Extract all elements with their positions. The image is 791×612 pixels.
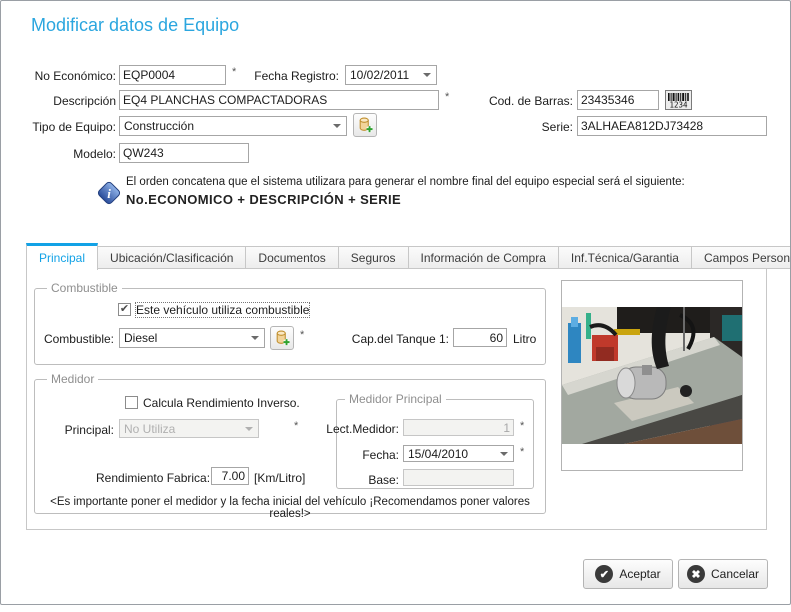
- utiliza-combustible-checkbox[interactable]: ✔: [118, 303, 131, 316]
- aceptar-label: Aceptar: [619, 567, 661, 581]
- base-input: [403, 469, 514, 486]
- lect-medidor-input: [403, 419, 514, 436]
- add-database-icon: [276, 330, 290, 345]
- chevron-down-icon: [245, 426, 253, 431]
- info-diamond-icon: i: [95, 179, 123, 212]
- cancelar-label: Cancelar: [710, 567, 760, 581]
- tab-documentos[interactable]: Documentos: [246, 246, 339, 269]
- cancelar-button[interactable]: ✖ Cancelar: [678, 559, 768, 589]
- combustible-group-label: Combustible: [47, 281, 122, 295]
- barcode-icon[interactable]: 1234: [665, 90, 692, 115]
- info-text: El orden concatena que el sistema utiliz…: [126, 176, 685, 188]
- medidor-group-label: Medidor: [47, 372, 99, 386]
- cap-tanque-input[interactable]: [453, 328, 507, 347]
- no-economico-input[interactable]: [119, 65, 226, 85]
- cod-barras-label: Cod. de Barras:: [488, 94, 573, 108]
- tab-inf-tecnica-garantia[interactable]: Inf.Técnica/Garantia: [558, 246, 692, 269]
- chevron-down-icon: [423, 73, 431, 77]
- add-database-icon: [359, 117, 373, 132]
- tipo-equipo-dropdown[interactable]: Construcción: [119, 116, 347, 136]
- x-circle-icon: ✖: [686, 565, 705, 583]
- chevron-down-icon: [333, 124, 341, 128]
- fecha-medidor-value: 15/04/2010: [408, 446, 469, 461]
- litro-unit-label: Litro: [513, 332, 537, 346]
- required-marker: *: [520, 446, 525, 458]
- tipo-equipo-value: Construcción: [124, 119, 195, 133]
- rendimiento-inverso-label[interactable]: Calcula Rendimiento Inverso.: [143, 396, 300, 410]
- principal-dropdown: No Utiliza: [119, 419, 259, 438]
- tab-bar: Principal Ubicación/Clasificación Docume…: [26, 243, 790, 270]
- medidor-hint-text: <Es importante poner el medidor y la fec…: [50, 496, 530, 520]
- combustible-value: Diesel: [124, 331, 158, 345]
- required-marker: *: [232, 66, 237, 78]
- tab-ubicacion-clasificacion[interactable]: Ubicación/Clasificación: [98, 246, 247, 269]
- tipo-equipo-label: Tipo de Equipo:: [32, 120, 116, 134]
- required-marker: *: [520, 420, 525, 432]
- no-economico-label: No Económico:: [34, 69, 116, 83]
- serie-label: Serie:: [541, 120, 573, 134]
- rendimiento-fabrica-input[interactable]: [211, 467, 249, 485]
- page-title: Modificar datos de Equipo: [31, 15, 240, 35]
- required-marker: *: [294, 420, 299, 432]
- check-circle-icon: ✔: [595, 565, 614, 583]
- fecha-medidor-label: Fecha:: [362, 448, 399, 462]
- lect-medidor-label: Lect.Medidor:: [326, 422, 399, 436]
- fecha-registro-dropdown[interactable]: 10/02/2011: [345, 65, 437, 85]
- utiliza-combustible-label[interactable]: Este vehículo utiliza combustible: [134, 302, 311, 318]
- serie-input[interactable]: [577, 116, 767, 136]
- equipment-photo: [562, 307, 742, 444]
- fecha-medidor-dropdown[interactable]: 15/04/2010: [403, 445, 514, 462]
- dialog-modificar-equipo: Modificar datos de Equipo No Económico: …: [0, 0, 791, 605]
- modelo-input[interactable]: [119, 143, 249, 163]
- tab-principal[interactable]: Principal: [26, 243, 99, 270]
- cod-barras-input[interactable]: [577, 90, 659, 110]
- fecha-registro-value: 10/02/2011: [350, 68, 410, 82]
- add-tipo-equipo-button[interactable]: [353, 113, 377, 137]
- chevron-down-icon: [251, 336, 259, 340]
- aceptar-button[interactable]: ✔ Aceptar: [583, 559, 673, 589]
- fecha-registro-label: Fecha Registro:: [254, 69, 339, 83]
- required-marker: *: [300, 329, 305, 341]
- modelo-label: Modelo:: [73, 147, 116, 161]
- principal-value: No Utiliza: [124, 421, 176, 436]
- required-marker: *: [445, 91, 450, 103]
- km-litro-unit-label: [Km/Litro]: [254, 471, 306, 485]
- chevron-down-icon: [500, 451, 508, 456]
- descripcion-label: Descripción: [53, 94, 116, 108]
- base-label: Base:: [368, 473, 399, 487]
- tab-campos-personalizados[interactable]: Campos Personalizados: [691, 246, 790, 269]
- equipment-photo-frame: [561, 280, 743, 471]
- cap-tanque-label: Cap.del Tanque 1:: [351, 332, 449, 346]
- tab-informacion-compra[interactable]: Información de Compra: [408, 246, 559, 269]
- descripcion-input[interactable]: [119, 90, 439, 110]
- svg-text:i: i: [107, 186, 111, 201]
- medidor-principal-group-label: Medidor Principal: [345, 392, 446, 406]
- tab-seguros[interactable]: Seguros: [338, 246, 409, 269]
- rendimiento-inverso-checkbox[interactable]: [125, 396, 138, 409]
- combustible-dropdown[interactable]: Diesel: [119, 328, 265, 348]
- rendimiento-fabrica-label: Rendimiento Fabrica:: [96, 471, 211, 485]
- check-icon: ✔: [119, 303, 130, 315]
- principal-label: Principal:: [64, 423, 114, 437]
- info-formula: No.ECONOMICO + DESCRIPCIÓN + SERIE: [126, 192, 402, 207]
- combustible-label: Combustible:: [43, 332, 114, 346]
- add-combustible-button[interactable]: [270, 326, 294, 350]
- svg-text:1234: 1234: [669, 101, 688, 110]
